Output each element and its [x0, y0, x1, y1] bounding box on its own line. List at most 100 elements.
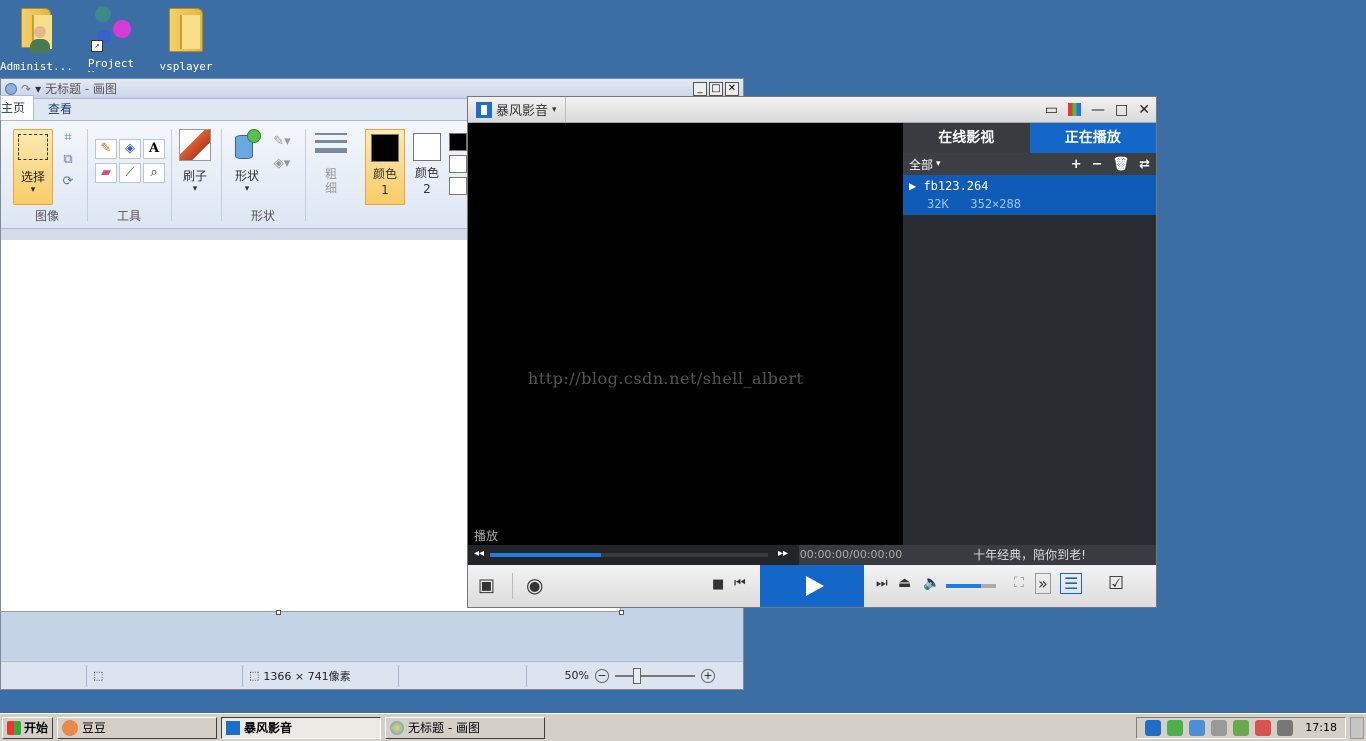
fill-icon[interactable]: ◈ [119, 139, 141, 159]
fullscreen-icon[interactable]: ⛶ [1014, 575, 1024, 591]
outline-icon[interactable]: ✎▾ [271, 133, 293, 153]
desktop-icon-vsplayer[interactable]: vsplayer [150, 6, 222, 73]
color2-swatch [413, 133, 441, 161]
desktop-icon-project-manager[interactable]: ↗ Project Manager [75, 6, 147, 72]
play-button[interactable] [760, 565, 864, 607]
color1-button[interactable]: 颜色 1 [365, 129, 405, 205]
windows-logo-icon [7, 720, 21, 735]
network-icon[interactable] [1233, 719, 1250, 736]
playlist-filter[interactable]: 全部 [909, 156, 933, 173]
maximize-button[interactable]: □ [709, 81, 723, 96]
canvas-size-text: 1366 × 741像素 [263, 669, 351, 683]
rewind-icon[interactable]: ◂◂ [474, 548, 484, 559]
thickness-button[interactable]: 粗细 [311, 129, 351, 195]
eraser-icon[interactable]: ▰ [95, 163, 117, 183]
color1-label: 颜色 1 [372, 167, 397, 197]
previous-icon[interactable]: ⏮ [734, 576, 746, 591]
storm-tray-icon[interactable] [1145, 719, 1162, 736]
palette-color-white[interactable] [449, 177, 467, 195]
video-area[interactable]: http://blog.csdn.net/shell_albert 播放 [468, 123, 903, 545]
tab-online-video[interactable]: 在线影视 [903, 123, 1030, 153]
player-title-bar[interactable]: 暴风影音 ▾ ▭ — □ ✕ [468, 96, 1156, 123]
text-icon[interactable]: A [143, 139, 165, 159]
playing-indicator-icon: ▶ [909, 179, 924, 193]
chevron-down-icon[interactable]: ▾ [936, 159, 941, 169]
volume-icon[interactable]: 🔈 [923, 575, 940, 591]
start-button[interactable]: 开始 [2, 716, 54, 739]
forward-icon[interactable]: ▸▸ [778, 548, 788, 559]
chevron-down-icon: ▾ [30, 185, 36, 195]
qq-tray-icon[interactable] [1167, 719, 1184, 736]
palette-color-black[interactable] [449, 133, 467, 151]
select-button[interactable]: 选择 ▾ [13, 129, 53, 205]
rotate-icon[interactable]: ⟳ [57, 173, 79, 193]
volume-slider[interactable] [946, 584, 996, 588]
remove-icon[interactable]: − [1092, 157, 1103, 172]
color-picker-icon[interactable]: ⟋ [119, 163, 141, 183]
toolbox-icon[interactable]: ▣ [478, 575, 495, 596]
crop-icon[interactable]: ⌗ [57, 129, 79, 149]
shape-button[interactable]: 形状 ▾ [227, 129, 267, 194]
settings-check-icon[interactable]: ☑ [1108, 573, 1124, 594]
color1-swatch [371, 134, 399, 162]
redo-icon[interactable]: ↷ [21, 82, 31, 96]
close-button[interactable]: ✕ [1138, 102, 1150, 118]
eye-icon[interactable]: ◉ [526, 573, 543, 597]
tab-view[interactable]: 查看 [34, 97, 86, 120]
expand-icon[interactable]: » [1035, 573, 1051, 594]
minimize-button[interactable]: — [1091, 102, 1105, 118]
brush-button[interactable]: 刷子 ▾ [175, 129, 215, 194]
clock: 17:18 [1305, 721, 1337, 734]
storm-logo-icon [476, 101, 492, 118]
app-menu-button[interactable]: 暴风影音 ▾ [468, 96, 566, 123]
next-icon[interactable]: ⏭ [876, 576, 888, 591]
user-folder-icon [16, 8, 56, 58]
resize-icon[interactable]: ⧉ [57, 151, 79, 171]
tab-home[interactable]: 主页 [0, 95, 35, 120]
zoom-in-button[interactable]: + [701, 668, 715, 683]
player-window: 暴风影音 ▾ ▭ — □ ✕ http://blog.csdn.net/shel… [467, 96, 1157, 608]
color2-button[interactable]: 颜色 2 [407, 129, 447, 205]
eject-icon[interactable]: ⏏ [898, 575, 911, 591]
chevron-down-icon: ▾ [192, 184, 198, 194]
desktop-icon-administrator[interactable]: Administ... [0, 6, 73, 73]
playlist-toggle-icon[interactable]: ☰ [1060, 573, 1083, 594]
palette-color-white[interactable] [449, 155, 467, 173]
tab-now-playing[interactable]: 正在播放 [1029, 123, 1156, 153]
paint-status-bar: ⬚ ⬚ 1366 × 741像素 50% − + [1, 661, 743, 689]
playlist-item[interactable]: ▶ fb123.264 32K 352×288 [903, 175, 1156, 215]
magnifier-icon[interactable]: ⌕ [143, 163, 165, 183]
stop-icon[interactable]: ■ [712, 577, 724, 592]
task-storm-player[interactable]: 暴风影音 [221, 716, 382, 739]
select-label: 选择 [20, 170, 45, 184]
loop-icon[interactable]: ⇄ [1139, 157, 1150, 172]
add-icon[interactable]: + [1071, 157, 1082, 172]
task-paint[interactable]: 无标题 - 画图 [385, 716, 546, 739]
message-icon[interactable]: ▭ [1045, 102, 1058, 118]
skin-icon[interactable] [1068, 103, 1082, 116]
resize-handle[interactable] [276, 610, 281, 615]
fill-shape-icon[interactable]: ◈▾ [271, 155, 293, 175]
shield-icon[interactable] [1189, 719, 1206, 736]
task-label: 无标题 - 画图 [408, 721, 480, 735]
seek-track[interactable] [490, 553, 768, 557]
resize-handle[interactable] [619, 610, 624, 615]
zoom-slider[interactable] [615, 667, 695, 684]
taskbar: 开始 豆豆 暴风影音 无标题 - 画图 17:18 [0, 713, 1366, 741]
watermark-text: http://blog.csdn.net/shell_albert [528, 369, 804, 388]
volume-muted-icon[interactable] [1255, 719, 1272, 736]
quick-access-icon[interactable] [5, 82, 17, 95]
maximize-button[interactable]: □ [1115, 102, 1128, 118]
zoom-out-button[interactable]: − [595, 668, 609, 683]
close-button[interactable]: ✕ [725, 81, 739, 96]
minimize-button[interactable]: _ [693, 81, 707, 96]
show-desktop-button[interactable] [1350, 716, 1364, 739]
display-icon[interactable] [1277, 719, 1294, 736]
paint-icon [390, 720, 405, 735]
pencil-icon[interactable]: ✎ [95, 139, 117, 159]
zoom-slider-thumb[interactable] [633, 667, 641, 684]
trash-icon[interactable]: 🗑 [1113, 157, 1130, 172]
usb-icon[interactable] [1211, 719, 1228, 736]
task-doudou[interactable]: 豆豆 [57, 716, 218, 739]
dropdown-arrow-icon[interactable]: ▾ [35, 82, 41, 96]
